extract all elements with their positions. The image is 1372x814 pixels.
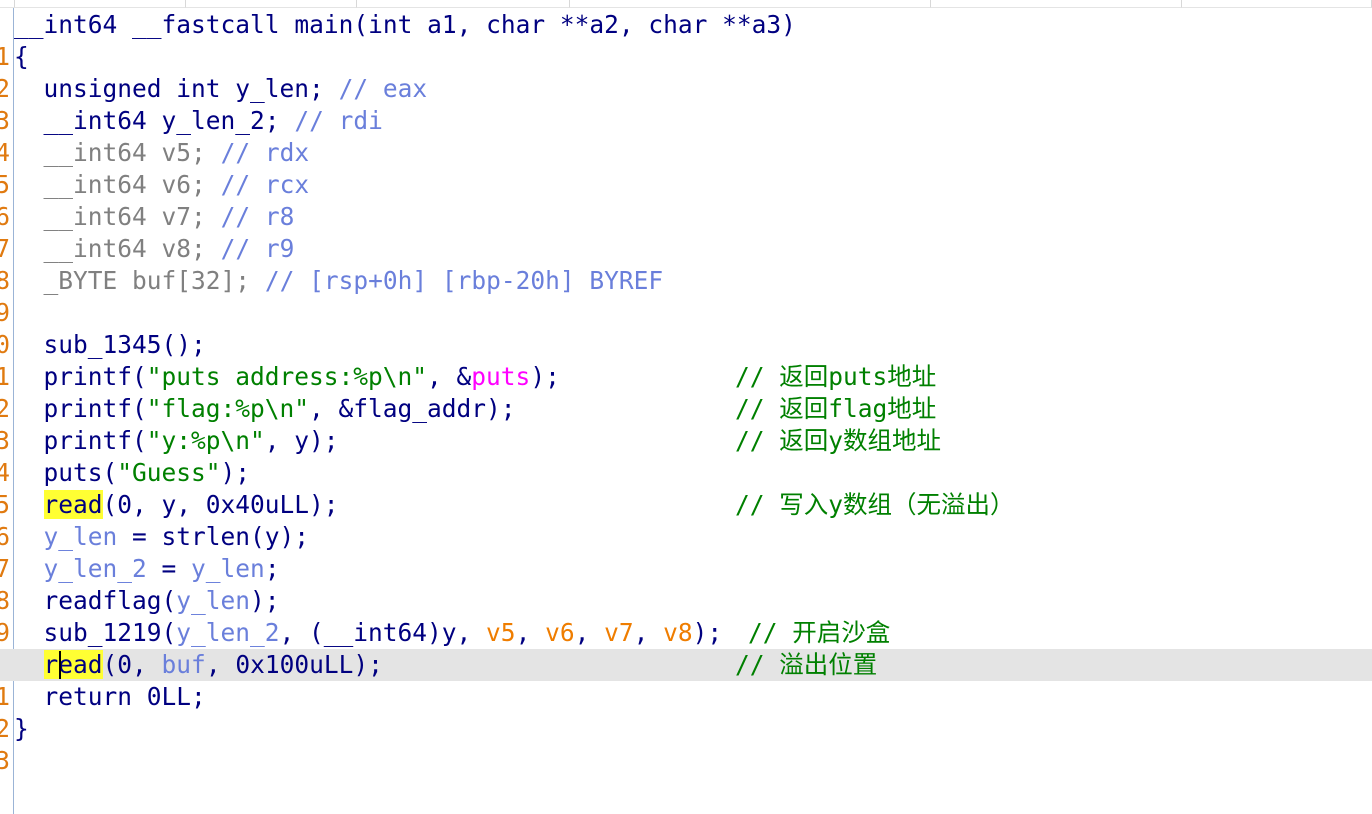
code-line-11[interactable]: 1 sub_1345(); bbox=[0, 329, 1372, 391]
decl-type: unsigned int bbox=[43, 74, 221, 103]
decl-name: v6; bbox=[161, 170, 206, 199]
code-line-22[interactable]: 2 return 0LL; bbox=[0, 681, 1372, 743]
stmt-sub-1219: sub_1219(y_len_2, (__int64)y, v5, v6, v7… bbox=[14, 618, 723, 647]
decl-comment: // rdx bbox=[220, 138, 310, 167]
code-line-14[interactable]: 4 printf("y:%p\n", y); // 返回y数组地址 bbox=[0, 425, 1372, 487]
decl-type: __int64 bbox=[43, 202, 147, 231]
stmt-printf-y: printf("y:%p\n", y); bbox=[14, 426, 339, 455]
decl-name: v8; bbox=[161, 234, 206, 263]
code-line-4[interactable]: 4 __int64 y_len_2; // rdi bbox=[0, 105, 1372, 167]
code-line-1[interactable]: 1 __int64 __fastcall main(int a1, char *… bbox=[0, 9, 1372, 71]
comment-sandbox: // 开启沙盒 bbox=[748, 618, 891, 647]
text-cursor bbox=[59, 651, 61, 679]
comment-flag: // 返回flag地址 bbox=[735, 394, 937, 423]
code-line-16[interactable]: 6 read(0, y, 0x40uLL); // 写入y数组（无溢出） bbox=[0, 489, 1372, 551]
stmt-puts-guess: puts("Guess"); bbox=[14, 458, 251, 487]
decl-comment: // [rsp+0h] [rbp-20h] BYREF bbox=[264, 266, 664, 295]
code-line-8[interactable]: 8 __int64 v8; // r9 bbox=[0, 233, 1372, 295]
function-signature: main(int a1, char **a2, char **a3) bbox=[294, 10, 796, 39]
return-type: __int64 bbox=[14, 10, 118, 39]
decl-type: __int64 bbox=[43, 106, 147, 135]
pseudocode-view[interactable]: 1 __int64 __fastcall main(int a1, char *… bbox=[0, 0, 1372, 814]
code-line-23[interactable]: 3 } bbox=[0, 713, 1372, 775]
open-brace: { bbox=[14, 42, 29, 71]
tab-strip bbox=[0, 0, 1372, 8]
stmt-readflag: readflag(y_len); bbox=[14, 586, 280, 615]
code-line-10[interactable]: 0 bbox=[0, 297, 1372, 359]
code-line-7[interactable]: 7 __int64 v7; // r8 bbox=[0, 201, 1372, 263]
comment-read-y: // 写入y数组（无溢出） bbox=[735, 490, 1015, 519]
code-line-17[interactable]: 7 y_len = strlen(y); bbox=[0, 521, 1372, 583]
code-line-6[interactable]: 6 __int64 v6; // rcx bbox=[0, 169, 1372, 231]
code-line-5[interactable]: 5 __int64 v5; // rdx bbox=[0, 137, 1372, 199]
decl-comment: // r9 bbox=[220, 234, 295, 263]
stmt-printf-puts: printf("puts address:%p\n", &puts); bbox=[14, 362, 560, 391]
calling-convention: __fastcall bbox=[132, 10, 280, 39]
comment-overflow: // 溢出位置 bbox=[735, 650, 878, 679]
decl-name: y_len_2; bbox=[161, 106, 280, 135]
code-line-21-current[interactable]: 1 read(0, buf, 0x100uLL); // 溢出位置 bbox=[0, 649, 1372, 711]
line-number: 3 bbox=[0, 746, 10, 775]
code-line-18[interactable]: 8 y_len_2 = y_len; bbox=[0, 553, 1372, 615]
stmt-assign-ylen2: y_len_2 = y_len; bbox=[43, 554, 280, 583]
decl-comment: // rdi bbox=[294, 106, 383, 135]
decl-comment: // rcx bbox=[220, 170, 310, 199]
decl-type: __int64 bbox=[43, 234, 147, 263]
stmt-read-y: read(0, y, 0x40uLL); bbox=[43, 490, 339, 519]
code-line-15[interactable]: 5 puts("Guess"); bbox=[0, 457, 1372, 519]
decl-comment: // eax bbox=[338, 74, 428, 103]
comment-y: // 返回y数组地址 bbox=[735, 426, 942, 455]
code-line-20[interactable]: 0 sub_1219(y_len_2, (__int64)y, v5, v6, … bbox=[0, 617, 1372, 679]
decl-type: _BYTE bbox=[43, 266, 118, 295]
code-line-2[interactable]: 2 { bbox=[0, 41, 1372, 103]
code-line-19[interactable]: 9 readflag(y_len); bbox=[0, 585, 1372, 647]
close-brace: } bbox=[14, 714, 29, 743]
code-line-3[interactable]: 3 unsigned int y_len; // eax bbox=[0, 73, 1372, 135]
decl-type: __int64 bbox=[43, 138, 147, 167]
decl-name: buf[32]; bbox=[132, 266, 251, 295]
comment-puts: // 返回puts地址 bbox=[735, 362, 937, 391]
stmt-return: return 0LL; bbox=[14, 682, 206, 711]
decl-name: v7; bbox=[161, 202, 206, 231]
code-line-12[interactable]: 2 printf("puts address:%p\n", &puts); //… bbox=[0, 361, 1372, 423]
stmt-strlen: y_len = strlen(y); bbox=[43, 522, 310, 551]
stmt-sub-1345: sub_1345(); bbox=[14, 330, 206, 359]
decl-comment: // r8 bbox=[220, 202, 295, 231]
stmt-printf-flag: printf("flag:%p\n", &flag_addr); bbox=[14, 394, 516, 423]
decl-name: v5; bbox=[161, 138, 206, 167]
stmt-read-buf: read(0, buf, 0x100uLL); bbox=[43, 650, 383, 679]
decl-type: __int64 bbox=[43, 170, 147, 199]
code-line-13[interactable]: 3 printf("flag:%p\n", &flag_addr); // 返回… bbox=[0, 393, 1372, 455]
decl-name: y_len; bbox=[235, 74, 324, 103]
code-line-9[interactable]: 9 _BYTE buf[32]; // [rsp+0h] [rbp-20h] B… bbox=[0, 265, 1372, 327]
